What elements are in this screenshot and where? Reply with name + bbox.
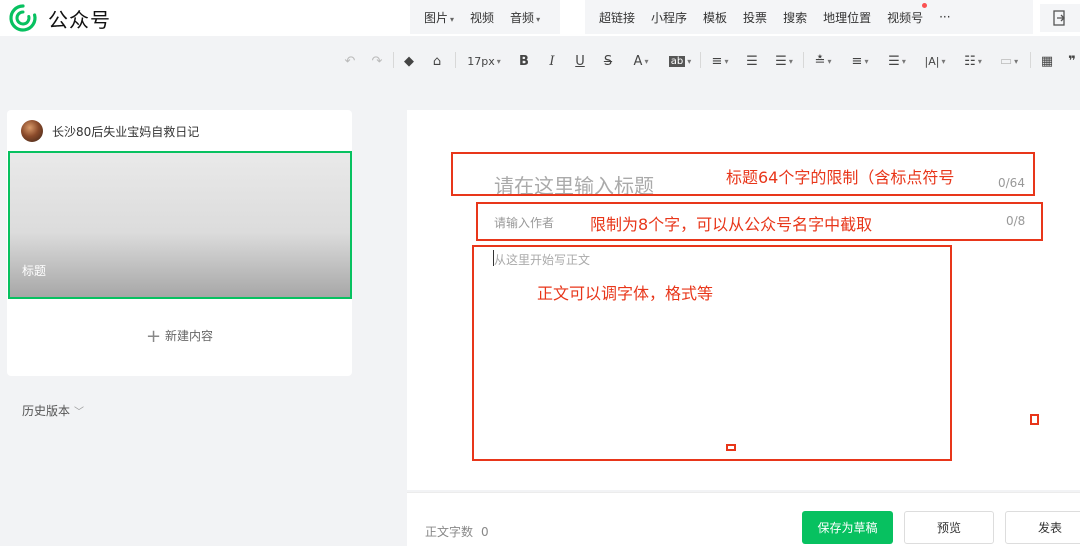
word-count: 正文字数 0 bbox=[425, 525, 489, 539]
extra-insert-group: 超链接 小程序 模板 投票 搜索 地理位置 视频号 ··· bbox=[585, 0, 1033, 34]
quote-icon[interactable]: ❞ bbox=[1064, 52, 1080, 70]
body-annotation-box bbox=[472, 245, 952, 461]
save-draft-button[interactable]: 保存为草稿 bbox=[802, 511, 893, 544]
annotation-marker bbox=[1030, 414, 1039, 425]
author-annotation-text: 限制为8个字，可以从公众号名字中截取 bbox=[590, 215, 873, 234]
exit-editor-button[interactable] bbox=[1040, 4, 1080, 32]
media-insert-group: 图片 ▾ 视频 音频 ▾ bbox=[410, 0, 560, 34]
top-bar: 公众号 图片 ▾ 视频 音频 ▾ 超链接 小程序 模板 投票 搜索 地理位置 视频号… bbox=[0, 0, 1080, 36]
insert-location-button[interactable]: 地理位置 bbox=[815, 9, 879, 26]
article-list-panel: 长沙80后失业宝妈自救日记 标题 + 新建内容 bbox=[7, 110, 352, 376]
exit-icon bbox=[1053, 10, 1065, 26]
app-brand: 公众号 bbox=[48, 8, 111, 32]
line-height-icon[interactable]: ≛ ▾ bbox=[810, 52, 836, 70]
body-annotation-text: 正文可以调字体，格式等 bbox=[537, 284, 714, 303]
indent-icon[interactable]: ☰ bbox=[744, 52, 760, 70]
title-annotation-text: 标题64个字的限制（含标点符号 bbox=[726, 168, 955, 187]
insert-audio-button[interactable]: 音频 ▾ bbox=[502, 9, 548, 26]
insert-miniprogram-button[interactable]: 小程序 bbox=[643, 9, 695, 26]
text-indent-icon[interactable]: ☰ ▾ bbox=[884, 52, 910, 70]
history-version-toggle[interactable]: 历史版本 ﹀ bbox=[22, 402, 84, 419]
font-color-button[interactable]: A ▾ bbox=[627, 52, 655, 70]
divider-style-icon[interactable]: ▭ ▾ bbox=[996, 52, 1022, 70]
align-menu-icon[interactable]: ≡ ▾ bbox=[707, 52, 733, 70]
new-content-button[interactable]: + 新建内容 bbox=[7, 326, 352, 347]
chevron-down-icon: ﹀ bbox=[74, 407, 85, 418]
publish-button[interactable]: 发表 bbox=[1005, 511, 1080, 544]
spacing-menu-icon[interactable]: ☰ ▾ bbox=[771, 52, 797, 70]
strikethrough-button[interactable]: S bbox=[601, 52, 615, 70]
clear-format-icon[interactable]: ⌂ bbox=[429, 52, 445, 70]
preview-button[interactable]: 预览 bbox=[904, 511, 994, 544]
notification-dot bbox=[922, 2, 928, 8]
plus-icon: + bbox=[145, 326, 162, 347]
more-button[interactable]: ··· bbox=[931, 10, 958, 24]
wechat-mp-logo-icon bbox=[9, 4, 37, 32]
font-size-select[interactable]: 17px ▾ bbox=[462, 52, 506, 70]
underline-button[interactable]: U bbox=[573, 52, 587, 70]
letter-spacing-icon[interactable]: |A| ▾ bbox=[920, 52, 950, 70]
insert-image-button[interactable]: 图片 ▾ bbox=[416, 9, 462, 26]
insert-vote-button[interactable]: 投票 bbox=[735, 9, 775, 26]
list-icon[interactable]: ☷ ▾ bbox=[960, 52, 986, 70]
insert-video-button[interactable]: 视频 bbox=[462, 9, 502, 26]
insert-search-button[interactable]: 搜索 bbox=[775, 9, 815, 26]
article-cover-card[interactable]: 标题 bbox=[8, 151, 352, 299]
bold-button[interactable]: B bbox=[517, 52, 531, 70]
account-name: 长沙80后失业宝妈自救日记 bbox=[52, 124, 200, 139]
undo-icon[interactable]: ↶ bbox=[342, 52, 358, 70]
paragraph-spacing-icon[interactable]: ≡ ▾ bbox=[847, 52, 873, 70]
article-card-title: 标题 bbox=[22, 264, 47, 278]
insert-template-button[interactable]: 模板 bbox=[695, 9, 735, 26]
redo-icon[interactable]: ↷ bbox=[369, 52, 385, 70]
background-color-button[interactable]: ab ▾ bbox=[665, 52, 695, 70]
account-header: 长沙80后失业宝妈自救日记 bbox=[21, 120, 199, 142]
italic-button[interactable]: I bbox=[545, 52, 559, 70]
format-painter-icon[interactable]: ◆ bbox=[401, 52, 417, 70]
annotation-marker bbox=[726, 444, 736, 451]
insert-hyperlink-button[interactable]: 超链接 bbox=[591, 9, 643, 26]
table-icon[interactable]: ▦ bbox=[1038, 52, 1056, 70]
insert-channels-button[interactable]: 视频号 bbox=[879, 2, 931, 26]
format-toolbar bbox=[0, 40, 1080, 82]
avatar bbox=[21, 120, 43, 142]
